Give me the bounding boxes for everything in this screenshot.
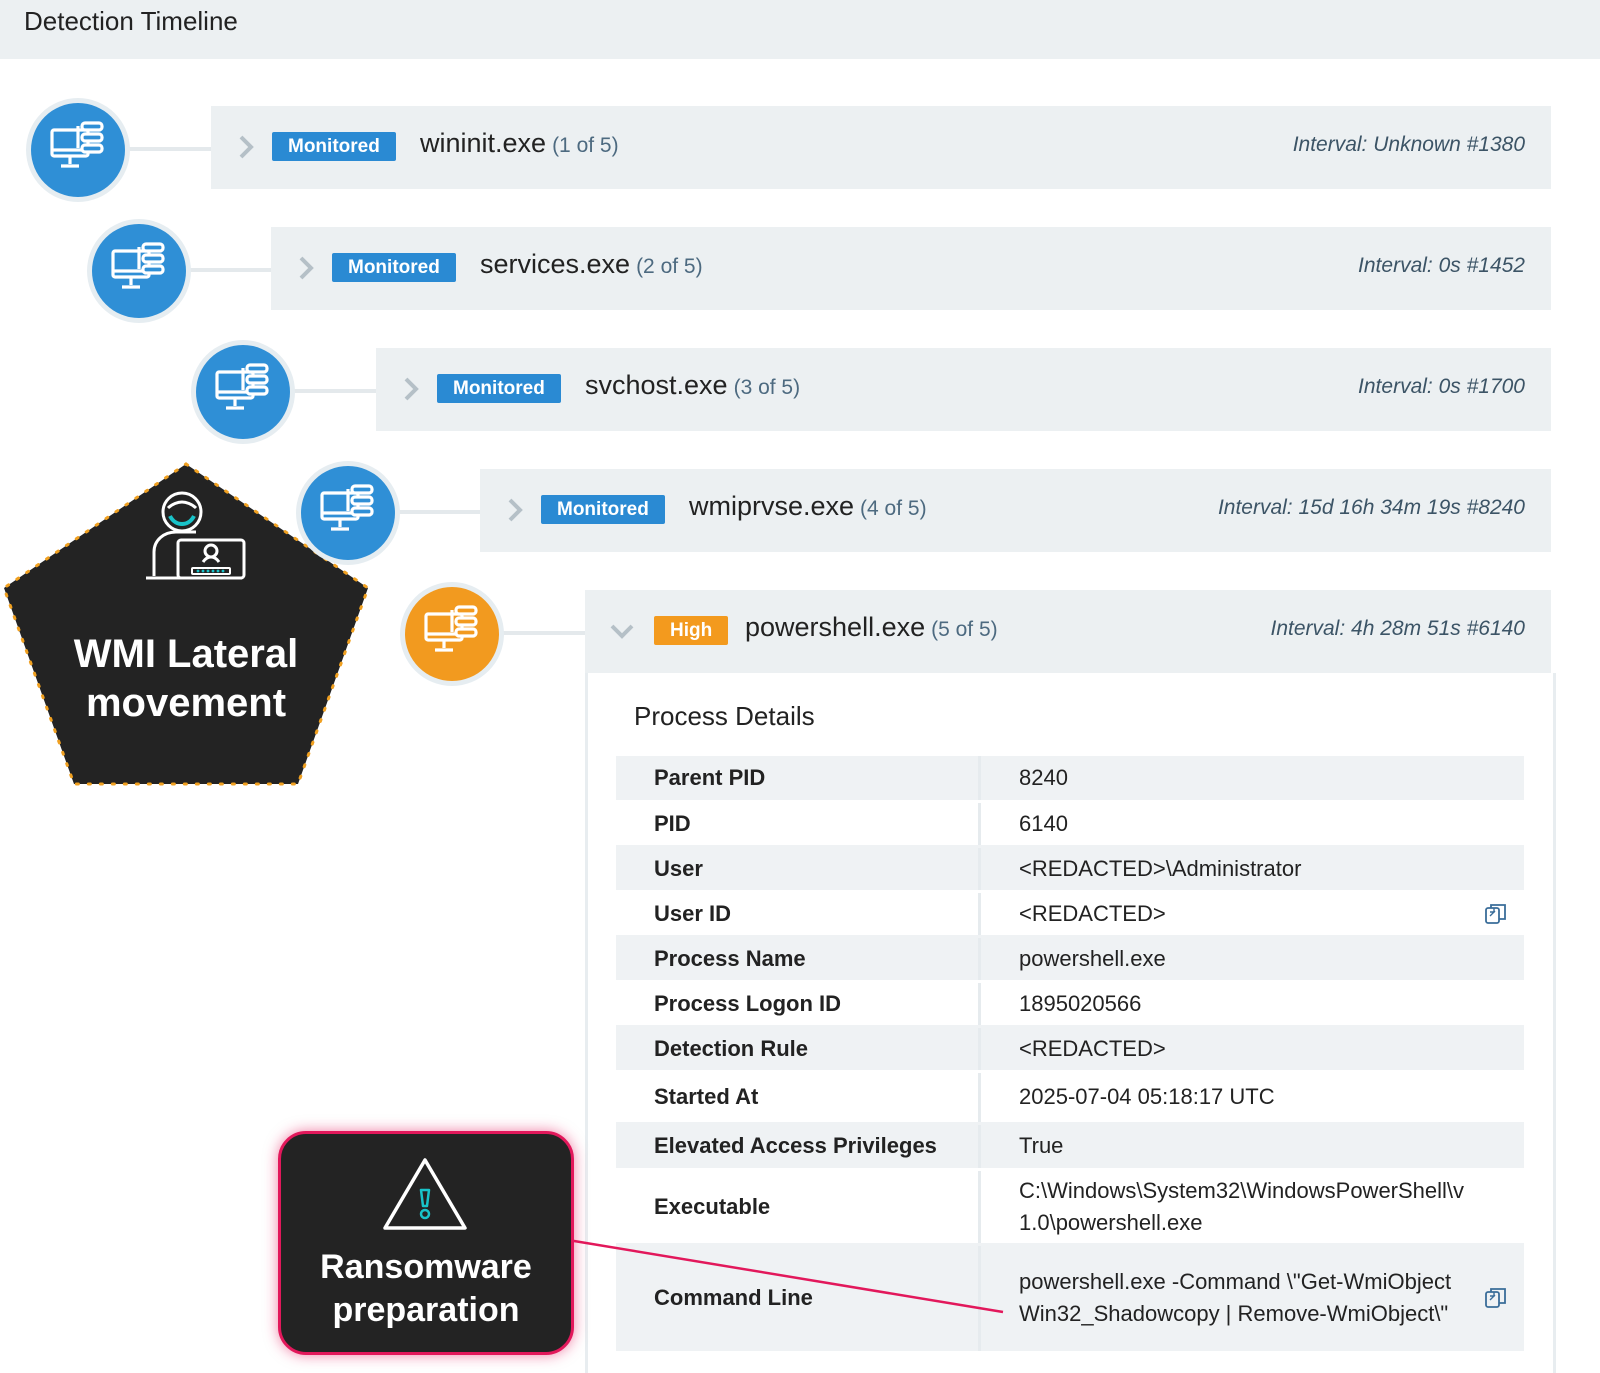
ransomware-preparation-callout: Ransomware preparation (278, 1131, 574, 1355)
annotation-pointer-line (567, 1238, 1004, 1314)
ransomware-preparation-label: Ransomware preparation (320, 1248, 532, 1329)
warning-triangle-icon (383, 1158, 467, 1230)
